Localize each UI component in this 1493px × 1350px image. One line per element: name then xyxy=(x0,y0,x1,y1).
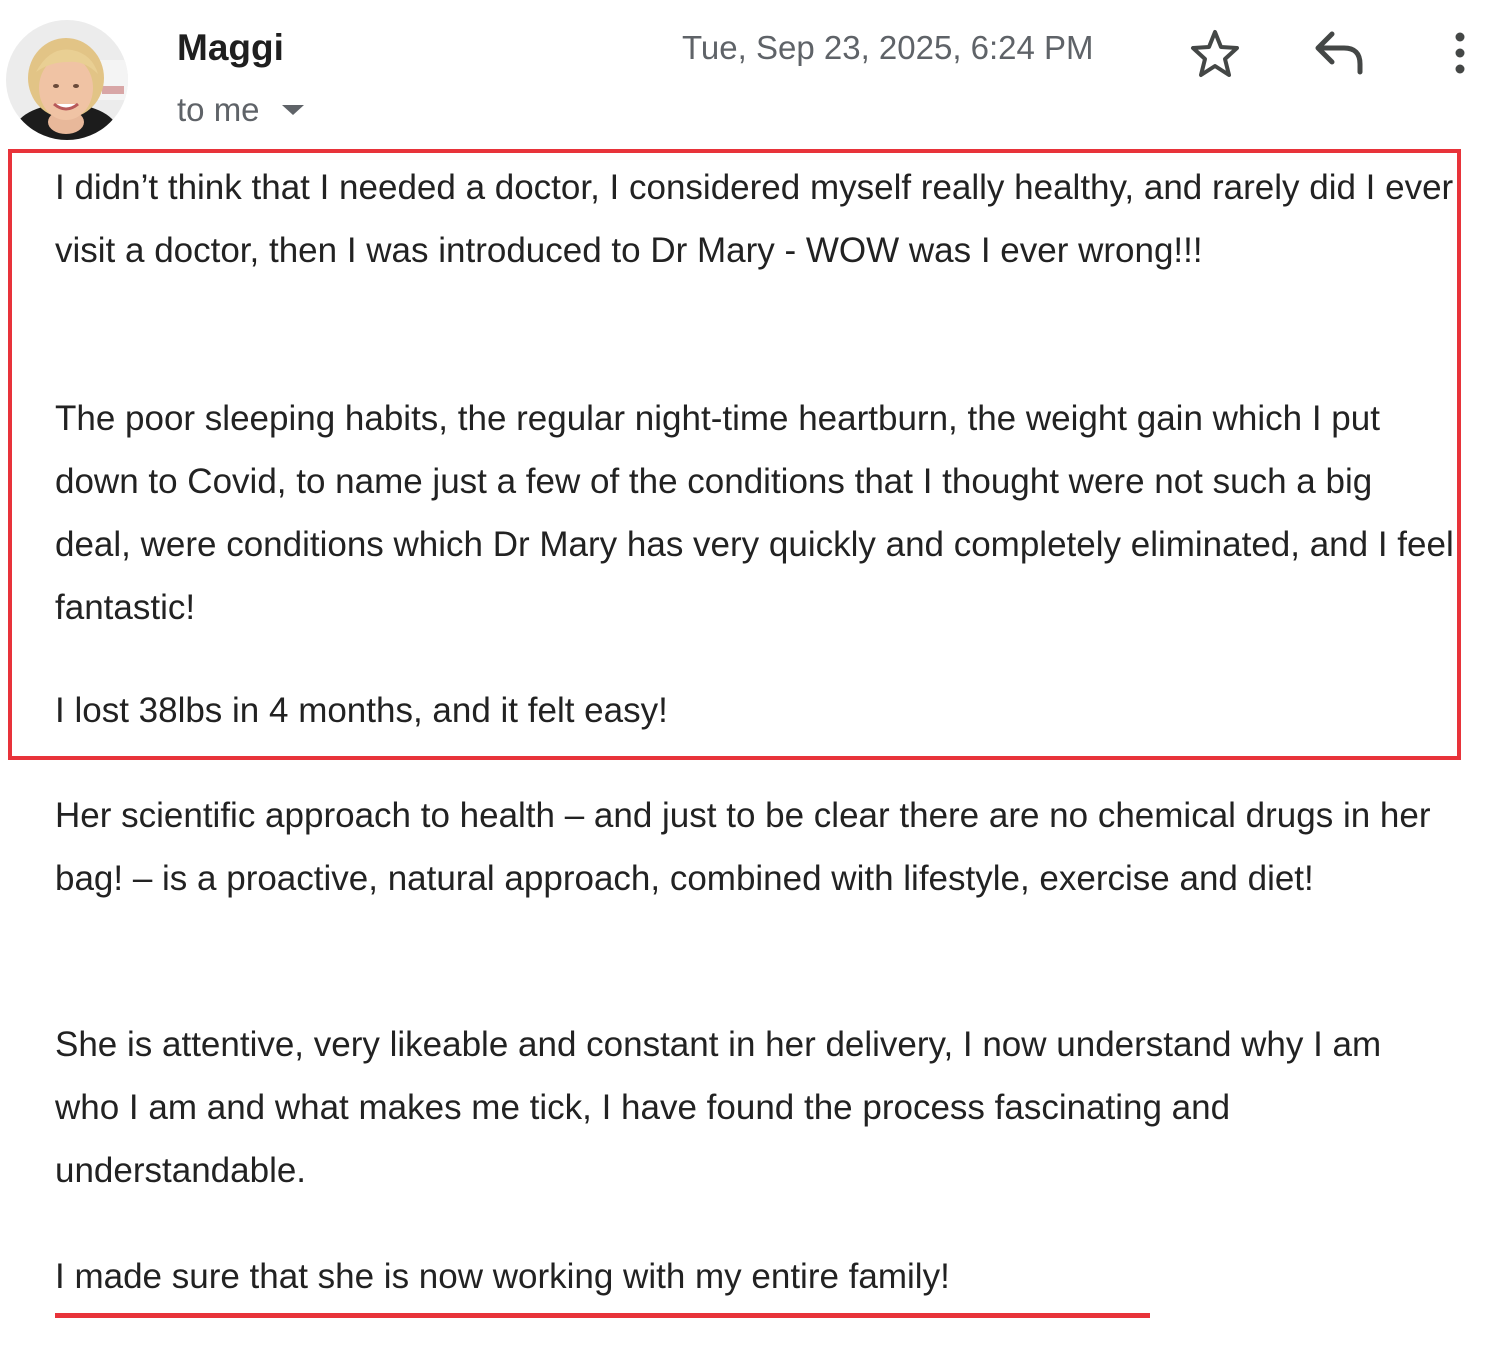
message-paragraph: I lost 38lbs in 4 months, and it felt ea… xyxy=(55,691,668,730)
caret-down-icon xyxy=(281,105,304,116)
star-button[interactable] xyxy=(1188,28,1242,78)
message-paragraph: The poor sleeping habits, the regular ni… xyxy=(55,399,1454,627)
message-paragraph: She is attentive, very likeable and cons… xyxy=(55,1025,1382,1190)
message-paragraph: Her scientific approach to health – and … xyxy=(55,796,1431,898)
more-options-button[interactable] xyxy=(1446,30,1474,76)
more-vertical-icon xyxy=(1455,32,1465,74)
star-icon xyxy=(1191,30,1239,77)
avatar-photo xyxy=(6,20,128,140)
recipient-details-toggle[interactable]: to me xyxy=(177,90,304,130)
reply-button[interactable] xyxy=(1310,28,1368,76)
sender-avatar[interactable] xyxy=(6,20,128,140)
recipient-label: to me xyxy=(177,91,260,128)
message-paragraph: I didn’t think that I needed a doctor, I… xyxy=(55,168,1454,270)
message-paragraph: I made sure that she is now working with… xyxy=(55,1257,950,1296)
highlight-underline xyxy=(55,1313,1150,1318)
sender-name[interactable]: Maggi xyxy=(177,26,284,70)
reply-icon xyxy=(1315,31,1363,75)
message-timestamp: Tue, Sep 23, 2025, 6:24 PM xyxy=(682,29,1094,66)
